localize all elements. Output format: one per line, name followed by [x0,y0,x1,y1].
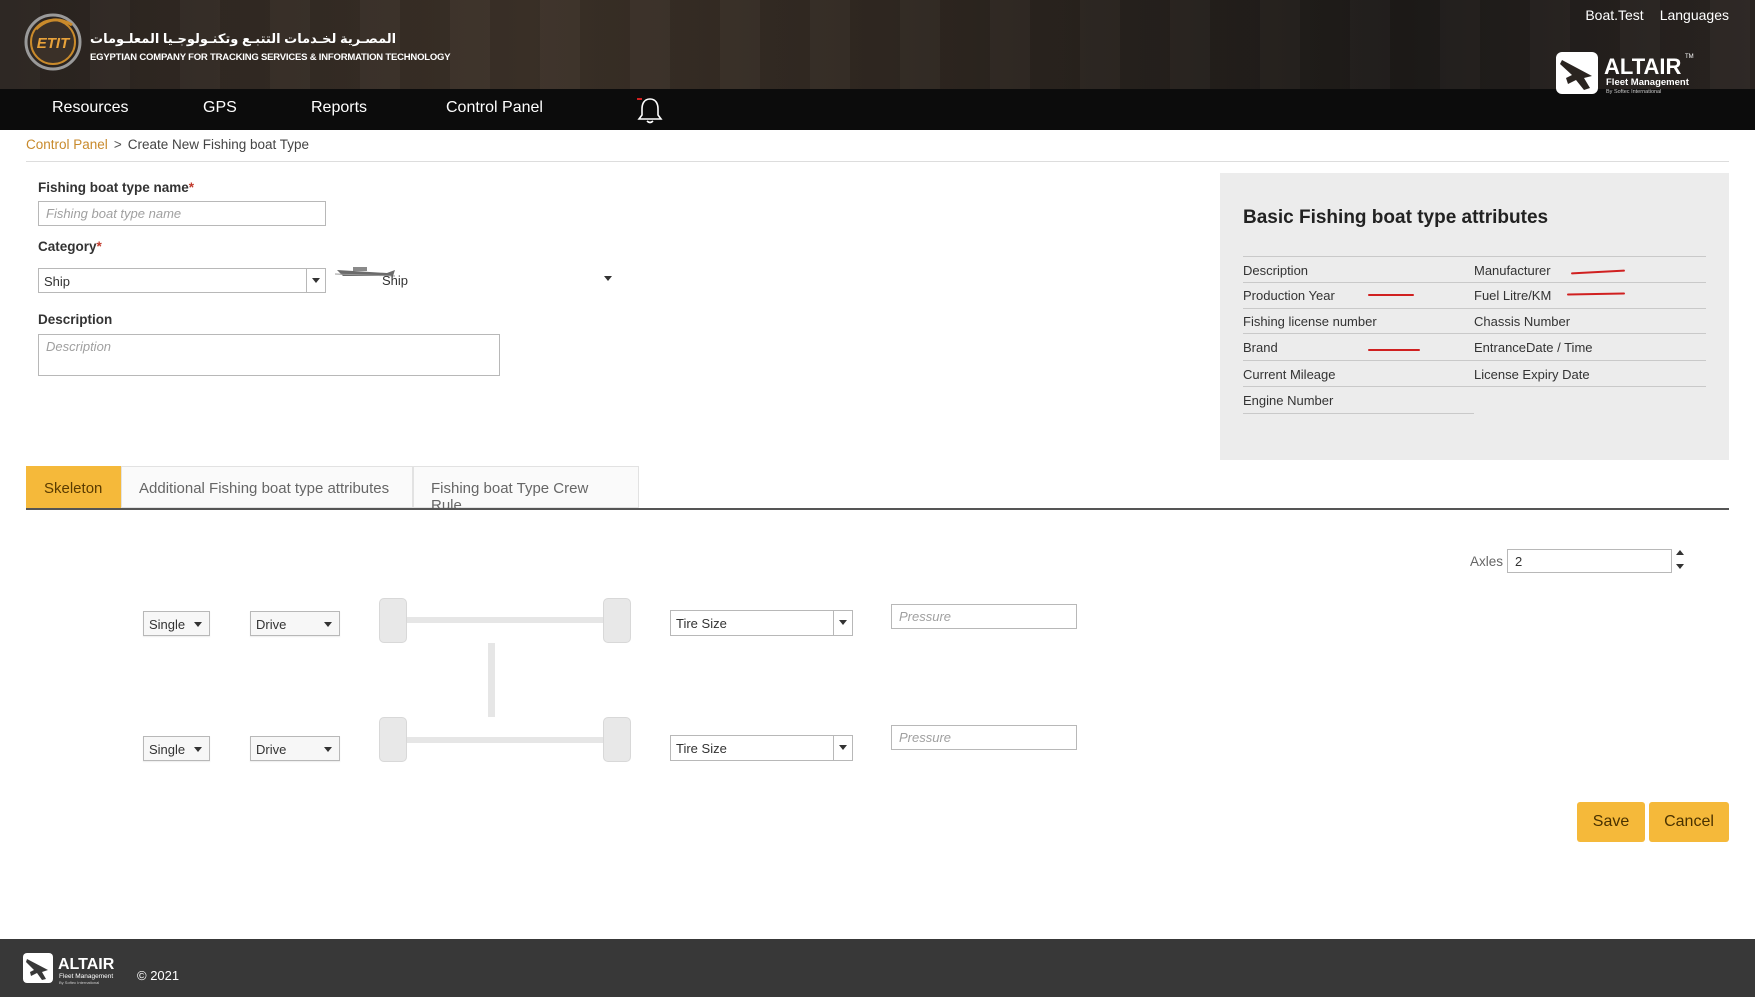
breadcrumb: Control Panel > Create New Fishing boat Ty… [26,137,309,152]
etit-logo-icon: ETIT [24,13,82,71]
attr-current-mileage: Current Mileage [1243,367,1336,382]
brand-subtitle: Fleet Management [1606,77,1690,88]
drive-select[interactable]: Drive [250,736,340,761]
wheel-left [379,717,407,762]
pressure-input[interactable] [891,725,1077,750]
annotation-mark [1566,292,1626,296]
description-label: Description [38,312,113,327]
axle-bar [407,617,603,623]
attr-chassis-number: Chassis Number [1474,314,1571,329]
name-label: Fishing boat type name* [38,180,195,195]
copyright-text: © 2021 [137,968,180,983]
nav-gps[interactable]: GPS [203,99,237,117]
axles-input[interactable] [1507,549,1672,573]
wheel-type-select[interactable]: Single [143,611,210,636]
spinner-down-icon[interactable] [1676,564,1684,569]
nav-resources[interactable]: Resources [52,99,128,117]
pressure-input[interactable] [891,604,1077,629]
boat-type-name-input[interactable] [38,201,326,226]
footer-brand-subtitle: Fleet Management [59,973,113,980]
drive-select[interactable]: Drive [250,611,340,636]
attr-description: Description [1243,263,1309,278]
annotation-mark [1570,269,1626,275]
tire-size-select[interactable]: Tire Size [670,610,853,636]
footer-brand-name: ALTAIR [58,956,115,973]
altair-logo-icon: ALTAIR TM Fleet Management By Softec Int… [1556,52,1694,95]
basic-attributes-panel: Basic Fishing boat type attributes Descr… [1220,173,1729,460]
annotation-mark [1368,349,1420,351]
breadcrumb-control-panel[interactable]: Control Panel [26,137,108,152]
attr-fishing-license: Fishing license number [1243,314,1377,329]
cancel-button[interactable]: Cancel [1649,802,1729,842]
breadcrumb-divider [26,161,1729,162]
tab-crew-rule[interactable]: Fishing boat Type Crew Rule [413,466,639,514]
attr-engine-number: Engine Number [1243,393,1334,408]
footer-brand-subtitle-2: By Softec International [59,980,99,985]
company-name-english: EGYPTIAN COMPANY FOR TRACKING SERVICES &… [90,52,451,63]
wheel-left [379,598,407,643]
attr-entrance-date: EntranceDate / Time [1474,340,1593,355]
logo-text: ETIT [37,35,71,52]
brand-subtitle-2: By Softec International [1606,89,1661,95]
attr-fuel-litre-km: Fuel Litre/KM [1474,288,1552,303]
tire-size-select[interactable]: Tire Size [670,735,853,761]
chevron-down-icon [833,611,852,635]
brand-name: ALTAIR [1604,54,1681,79]
company-name-arabic: المصـرية لخـدمات التتبـع وتكنـولوجـيا ال… [90,31,397,46]
tab-skeleton[interactable]: Skeleton [26,466,121,508]
brand-tm: TM [1685,54,1694,60]
attr-manufacturer: Manufacturer [1474,263,1551,278]
tab-additional-attributes[interactable]: Additional Fishing boat type attributes [121,466,413,508]
category-label: Category* [38,239,102,254]
annotation-mark [1368,294,1414,296]
chevron-down-icon [306,269,325,292]
wheel-right [603,598,631,643]
attributes-title: Basic Fishing boat type attributes [1243,207,1549,228]
category-value: Ship [44,274,71,289]
axles-label: Axles [1470,554,1504,569]
bell-icon[interactable] [636,95,664,125]
chevron-down-icon[interactable] [604,276,612,281]
category-icon-label: Ship [382,273,409,288]
languages-link[interactable]: Languages [1660,7,1729,23]
save-button[interactable]: Save [1577,802,1645,842]
axle-bar [407,737,603,743]
breadcrumb-current: Create New Fishing boat Type [127,137,310,152]
chevron-down-icon [833,736,852,760]
wheel-right [603,717,631,762]
drive-shaft [488,643,495,717]
attr-production-year: Production Year [1243,288,1335,303]
altair-footer-logo-icon: ALTAIR Fleet Management By Softec Intern… [23,953,115,985]
user-link[interactable]: Boat.Test [1585,7,1643,23]
attr-license-expiry: License Expiry Date [1474,367,1590,382]
breadcrumb-separator: > [113,137,122,152]
category-select[interactable]: Ship [38,268,326,293]
nav-reports[interactable]: Reports [311,99,367,117]
tab-divider [26,508,1729,510]
footer: ALTAIR Fleet Management By Softec Intern… [0,939,1755,997]
header-banner: ETIT المصـرية لخـدمات التتبـع وتكنـولوجـ… [0,0,1755,89]
spinner-up-icon[interactable] [1676,550,1684,555]
main-nav: Resources GPS Reports Control Panel [0,89,1755,130]
nav-control-panel[interactable]: Control Panel [446,99,543,117]
attr-brand: Brand [1243,340,1278,355]
description-input[interactable] [38,334,500,376]
wheel-type-select[interactable]: Single [143,736,210,761]
